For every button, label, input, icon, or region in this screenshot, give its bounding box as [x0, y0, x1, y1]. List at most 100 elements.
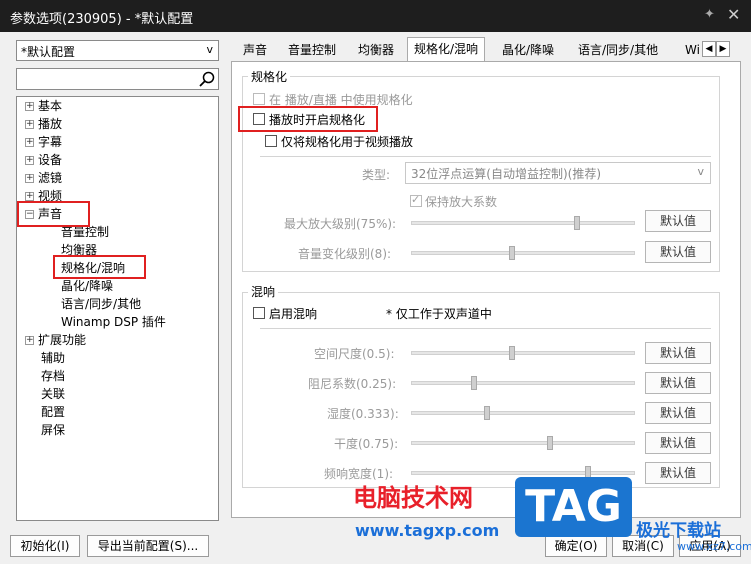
keep-factor-label: 保持放大系数: [425, 195, 498, 209]
dry-default-button[interactable]: 默认值: [645, 432, 711, 454]
wet-default-button[interactable]: 默认值: [645, 402, 711, 424]
volume-change-slider[interactable]: [411, 246, 635, 260]
dry-slider[interactable]: [411, 436, 635, 450]
expand-icon[interactable]: +: [25, 336, 34, 345]
wet-slider[interactable]: [411, 406, 635, 420]
wet-label: 湿度(0.333):: [327, 407, 399, 421]
tree-item-label: 扩展功能: [38, 333, 87, 347]
tree-item-crystal-denoise[interactable]: 晶化/降噪: [61, 277, 113, 295]
tree-item-label: 基本: [38, 99, 63, 113]
search-input[interactable]: [16, 68, 219, 90]
ok-button[interactable]: 确定(O): [545, 535, 607, 557]
tree-item-basic[interactable]: + 基本: [25, 97, 62, 115]
tree-item-screensaver[interactable]: 屏保: [41, 421, 65, 439]
expand-icon[interactable]: +: [25, 174, 34, 183]
stream-normalize-checkbox[interactable]: [253, 93, 265, 105]
width-slider[interactable]: [411, 466, 635, 480]
video-only-checkbox[interactable]: [265, 135, 277, 147]
slider-thumb[interactable]: [547, 436, 553, 450]
tab-volume-control[interactable]: 音量控制: [282, 39, 342, 61]
chevron-down-icon: v: [206, 43, 213, 56]
highlight-box: [53, 255, 146, 279]
watermark-site: 极光下载站: [636, 521, 721, 541]
tree-item-auxiliary[interactable]: 辅助: [41, 349, 65, 367]
preset-select[interactable]: *默认配置 v: [16, 40, 219, 61]
tree-item-label: 设备: [38, 153, 63, 167]
watermark-text: 电脑技术网: [353, 484, 473, 512]
title-bar: 参数选项(230905) - *默认配置 ✦ ✕: [0, 0, 751, 32]
enable-reverb-checkbox[interactable]: [253, 307, 265, 319]
tree-item-extensions[interactable]: + 扩展功能: [25, 331, 86, 349]
slider-thumb[interactable]: [484, 406, 490, 420]
keep-factor-checkbox[interactable]: [410, 193, 422, 207]
tab-equalizer[interactable]: 均衡器: [352, 39, 400, 61]
watermark-site-url: www.xz7.com: [677, 540, 751, 553]
tree-item-subtitles[interactable]: + 字幕: [25, 133, 62, 151]
watermark-url: www.tagxp.com: [355, 521, 500, 540]
tree-item-label: 播放: [38, 117, 63, 131]
enable-reverb-label: 启用混响: [269, 307, 318, 321]
tab-language-sync[interactable]: 语言/同步/其他: [572, 39, 664, 61]
window-title: 参数选项(230905) - *默认配置: [10, 12, 194, 27]
damping-label: 阻尼系数(0.25):: [308, 377, 397, 391]
expand-icon[interactable]: +: [25, 120, 34, 129]
separator: [260, 156, 711, 157]
expand-icon[interactable]: +: [25, 138, 34, 147]
max-gain-label: 最大放大级别(75%):: [284, 217, 397, 231]
tab-scroll-left-icon[interactable]: ◀: [702, 41, 716, 57]
init-button[interactable]: 初始化(I): [10, 535, 80, 557]
tree-item-language-sync[interactable]: 语言/同步/其他: [61, 295, 141, 313]
watermark-logo: TAG: [515, 477, 632, 537]
max-gain-default-button[interactable]: 默认值: [645, 210, 711, 232]
tab-strip: 声音 音量控制 均衡器 规格化/混响 晶化/降噪 语言/同步/其他 Wi ◀ ▶: [231, 37, 747, 61]
room-size-slider[interactable]: [411, 346, 635, 360]
stereo-only-note: * 仅工作于双声道中: [386, 307, 492, 321]
damping-default-button[interactable]: 默认值: [645, 372, 711, 394]
tree-item-label: 滤镜: [38, 171, 63, 185]
tree-item-devices[interactable]: + 设备: [25, 151, 62, 169]
slider-thumb[interactable]: [574, 216, 580, 230]
tree-item-filters[interactable]: + 滤镜: [25, 169, 62, 187]
settings-tree: + 基本 + 播放 + 字幕 + 设备 + 滤镜 + 视频 − 声音 音量控制 均衡器 规格化…: [16, 96, 219, 521]
room-size-label: 空间尺度(0.5):: [314, 347, 395, 361]
dry-label: 干度(0.75):: [334, 437, 399, 451]
chevron-down-icon: v: [697, 165, 704, 178]
pin-icon[interactable]: ✦: [704, 7, 715, 22]
tab-crystal-denoise[interactable]: 晶化/降噪: [496, 39, 560, 61]
video-only-label: 仅将规格化用于视频播放: [281, 135, 414, 149]
separator: [260, 328, 711, 329]
close-icon[interactable]: ✕: [727, 5, 740, 24]
slider-thumb[interactable]: [509, 246, 515, 260]
normalize-type-select[interactable]: 32位浮点运算(自动增益控制)(推荐) v: [405, 162, 711, 184]
preset-value: *默认配置: [21, 45, 76, 59]
max-gain-slider[interactable]: [411, 216, 635, 230]
expand-icon[interactable]: +: [25, 156, 34, 165]
tree-item-archive[interactable]: 存档: [41, 367, 65, 385]
slider-thumb[interactable]: [509, 346, 515, 360]
type-label: 类型:: [362, 168, 391, 182]
tree-item-playback[interactable]: + 播放: [25, 115, 62, 133]
tab-audio[interactable]: 声音: [237, 39, 273, 61]
tree-item-config[interactable]: 配置: [41, 403, 65, 421]
search-icon[interactable]: [198, 70, 216, 88]
highlight-box: [17, 201, 90, 227]
damping-slider[interactable]: [411, 376, 635, 390]
volume-change-label: 音量变化级别(8):: [298, 247, 392, 261]
expand-icon[interactable]: +: [25, 102, 34, 111]
slider-thumb[interactable]: [471, 376, 477, 390]
volume-change-default-button[interactable]: 默认值: [645, 241, 711, 263]
highlight-box: [238, 106, 378, 132]
tab-scroll-right-icon[interactable]: ▶: [716, 41, 730, 57]
export-config-button[interactable]: 导出当前配置(S)...: [87, 535, 209, 557]
reverb-group-title: 混响: [248, 283, 279, 300]
normalize-group-title: 规格化: [248, 68, 291, 85]
tree-item-associations[interactable]: 关联: [41, 385, 65, 403]
tab-normalize-reverb[interactable]: 规格化/混响: [407, 37, 486, 61]
tree-item-winamp-dsp[interactable]: Winamp DSP 插件: [61, 313, 166, 331]
watermark-logo-text: TAG: [525, 481, 622, 532]
tree-item-label: 字幕: [38, 135, 63, 149]
normalize-type-value: 32位浮点运算(自动增益控制)(推荐): [411, 167, 601, 181]
room-size-default-button[interactable]: 默认值: [645, 342, 711, 364]
expand-icon[interactable]: +: [25, 192, 34, 201]
width-default-button[interactable]: 默认值: [645, 462, 711, 484]
